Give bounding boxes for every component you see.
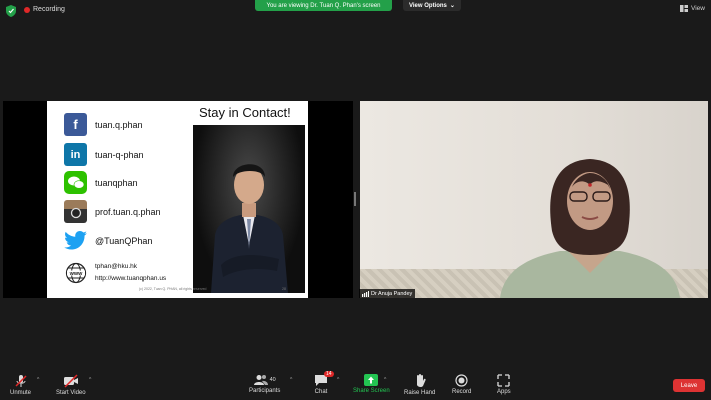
recording-label: Recording <box>33 6 65 13</box>
participants-icon <box>253 375 268 385</box>
record-label: Record <box>452 389 472 395</box>
share-caret-icon[interactable]: ^ <box>384 377 386 383</box>
website-text: http://www.tuanqphan.us <box>95 275 167 282</box>
microphone-muted-icon <box>14 375 27 387</box>
meeting-toolbar: Unmute ^ Start Video ^ 40 Participants ^… <box>0 366 711 400</box>
recording-dot-icon <box>24 6 30 13</box>
slide-title: Stay in Contact! <box>199 105 291 120</box>
participants-count: 40 <box>269 377 276 383</box>
share-screen-label: Share Screen <box>353 388 390 394</box>
contact-wechat: tuanqphan <box>64 171 138 194</box>
slide-footer: (c) 2022, Tuan Q. PHAN, all rights reser… <box>139 287 207 291</box>
start-video-label: Start Video <box>56 390 86 396</box>
start-video-button[interactable]: Start Video <box>56 374 86 396</box>
web-contacts: tphan@hku.hk http://www.tuanqphan.us <box>95 263 166 282</box>
audio-options-caret-icon[interactable]: ^ <box>37 377 39 383</box>
presentation-slide: Stay in Contact! f tuan.q.phan in tuan-q… <box>47 101 308 298</box>
globe-icon: WWW <box>64 261 87 284</box>
leave-button[interactable]: Leave <box>673 379 705 392</box>
view-options-button[interactable]: View Options ⌄ <box>403 0 461 11</box>
recording-indicator: Recording <box>24 6 65 13</box>
view-label: View <box>691 5 705 12</box>
view-button[interactable]: View <box>680 5 705 12</box>
chat-caret-icon[interactable]: ^ <box>337 377 339 383</box>
view-options-label: View Options <box>409 2 447 9</box>
participants-caret-icon[interactable]: ^ <box>290 377 292 383</box>
raise-hand-icon <box>416 374 426 388</box>
contact-instagram: prof.tuan.q.phan <box>64 200 161 223</box>
contact-facebook: f tuan.q.phan <box>64 113 143 136</box>
video-options-caret-icon[interactable]: ^ <box>89 377 91 383</box>
apps-label: Apps <box>497 389 511 395</box>
raise-hand-button[interactable]: Raise Hand <box>404 374 435 396</box>
contact-text: @TuanQPhan <box>95 235 153 246</box>
participants-icon-group: 40 <box>253 374 276 386</box>
contact-linkedin: in tuan-q-phan <box>64 143 144 166</box>
share-screen-icon <box>364 374 379 386</box>
participants-button[interactable]: 40 Participants <box>249 374 280 394</box>
facebook-icon: f <box>64 113 87 136</box>
contact-text: tuan-q-phan <box>95 149 144 160</box>
contact-twitter: @TuanQPhan <box>64 229 152 252</box>
participant-figure <box>500 159 680 298</box>
record-icon <box>455 374 468 387</box>
chat-icon-wrap: 14 <box>314 371 334 387</box>
email-text: tphan@hku.hk <box>95 263 138 270</box>
chat-button[interactable]: 14 Chat <box>314 371 334 395</box>
contact-web: WWW tphan@hku.hk http://www.tuanqphan.us <box>64 261 166 284</box>
presenter-photo <box>193 125 305 293</box>
contact-text: prof.tuan.q.phan <box>95 206 161 217</box>
svg-text:WWW: WWW <box>69 270 82 275</box>
unmute-button[interactable]: Unmute <box>10 374 31 396</box>
contact-text: tuanqphan <box>95 177 138 188</box>
record-button[interactable]: Record <box>452 374 471 395</box>
apps-icon <box>497 374 510 387</box>
split-view-handle[interactable] <box>354 192 356 206</box>
participant-video <box>360 101 708 298</box>
video-camera-off-icon <box>63 374 78 388</box>
apps-button[interactable]: Apps <box>497 374 511 395</box>
participant-name: Dr Anuja Pandey <box>371 290 413 297</box>
chevron-down-icon: ⌄ <box>449 3 455 9</box>
linkedin-icon: in <box>64 143 87 166</box>
chat-label: Chat <box>314 389 328 395</box>
twitter-icon <box>64 229 87 252</box>
viewing-screen-banner: You are viewing Dr. Tuan Q. Phan's scree… <box>255 0 392 11</box>
raise-hand-label: Raise Hand <box>404 390 436 396</box>
signal-bars-icon <box>362 290 369 297</box>
chat-unread-badge: 14 <box>324 371 334 377</box>
participant-name-tag: Dr Anuja Pandey <box>359 289 416 298</box>
grid-view-icon <box>680 5 689 12</box>
unmute-label: Unmute <box>10 390 32 396</box>
instagram-icon <box>64 200 87 223</box>
top-bar: Recording You are viewing Dr. Tuan Q. Ph… <box>0 0 711 22</box>
wechat-icon <box>64 171 87 194</box>
security-shield-icon[interactable] <box>6 5 16 17</box>
contact-text: tuan.q.phan <box>95 119 143 130</box>
participants-label: Participants <box>249 388 281 394</box>
slide-page-number: 28 <box>282 287 286 291</box>
